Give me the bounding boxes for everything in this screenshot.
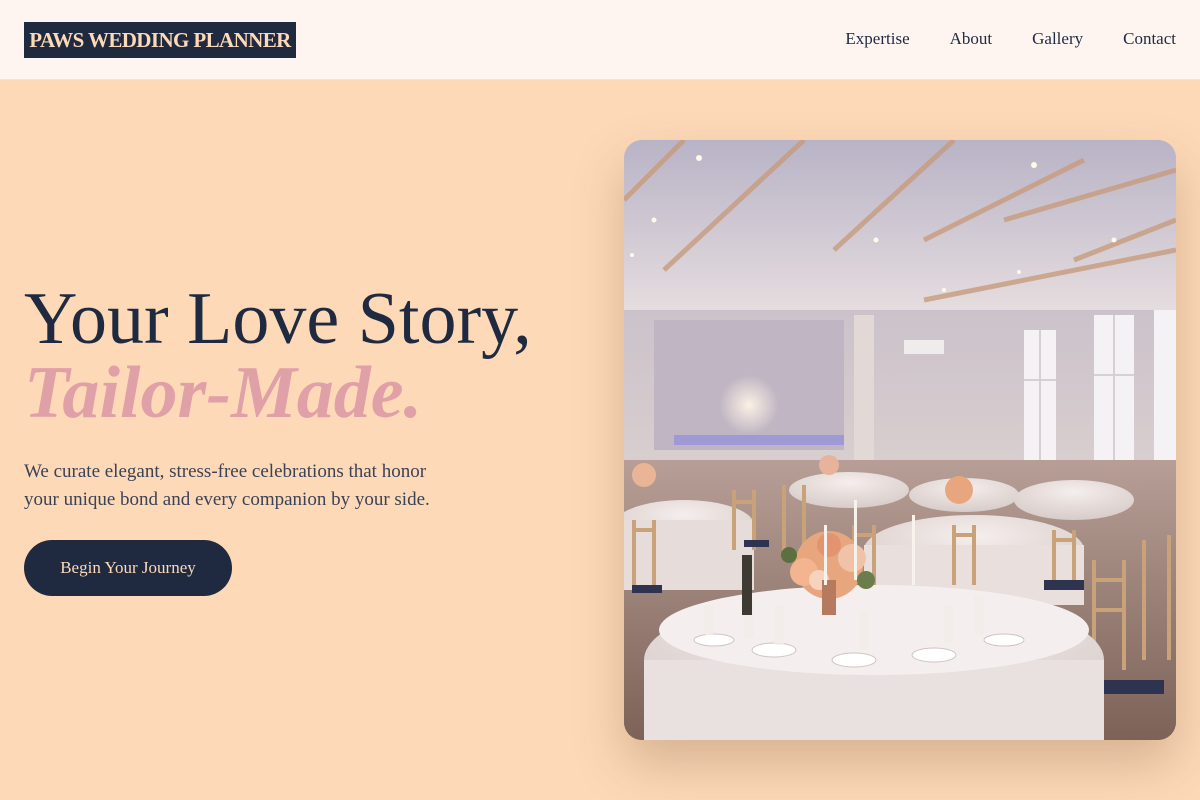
wedding-venue-illustration — [624, 140, 1176, 740]
site-header: PAWS WEDDING PLANNER Expertise About Gal… — [0, 0, 1200, 80]
headline-line-1: Your Love Story, — [24, 278, 532, 360]
headline-line-2: Tailor-Made. — [24, 352, 423, 434]
nav-link-gallery[interactable]: Gallery — [1032, 28, 1083, 50]
wedding-venue-image — [624, 140, 1176, 740]
hero-subtext: We curate elegant, stress-free celebrati… — [24, 461, 430, 510]
logo[interactable]: PAWS WEDDING PLANNER — [24, 22, 296, 58]
nav-link-expertise[interactable]: Expertise — [845, 28, 909, 50]
nav-link-contact[interactable]: Contact — [1123, 28, 1176, 50]
main-nav: Expertise About Gallery Contact — [845, 28, 1176, 50]
hero-copy: Your Love Story, Tailor-Made. We curate … — [24, 282, 584, 514]
begin-journey-button[interactable]: Begin Your Journey — [24, 540, 232, 596]
nav-link-about[interactable]: About — [950, 28, 993, 50]
hero-headline: Your Love Story, Tailor-Made. — [24, 282, 584, 430]
